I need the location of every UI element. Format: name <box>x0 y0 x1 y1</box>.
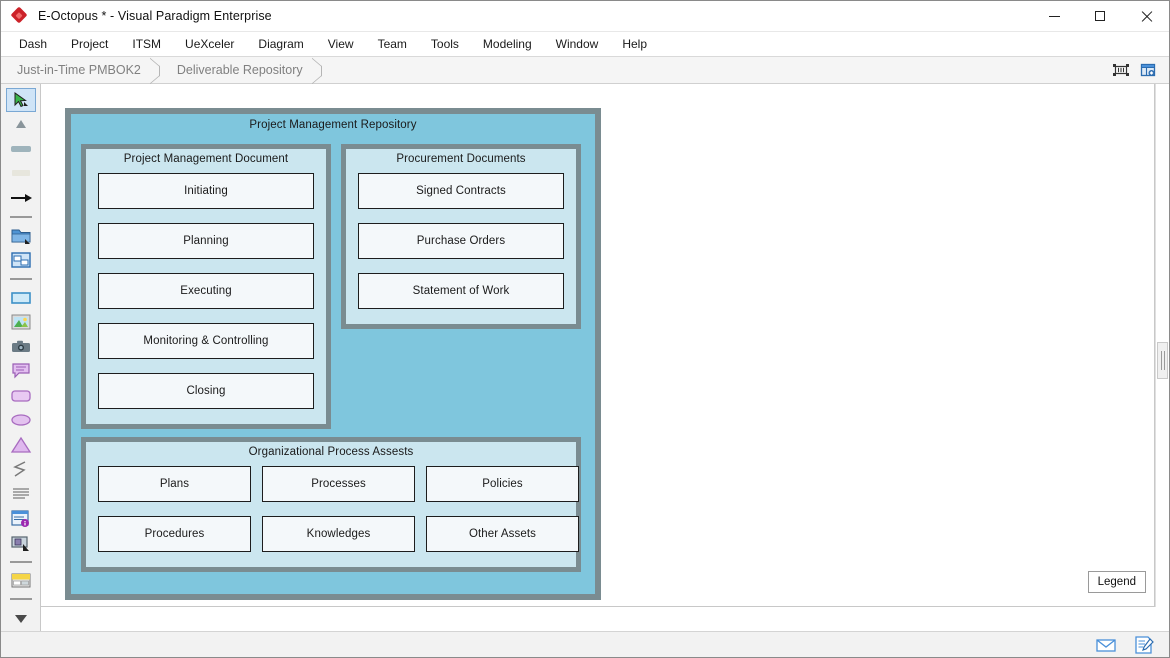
diagram-node-policies[interactable]: Policies <box>426 466 579 502</box>
menu-item-tools[interactable]: Tools <box>419 34 471 54</box>
menu-item-view[interactable]: View <box>316 34 366 54</box>
menu-item-modeling[interactable]: Modeling <box>471 34 544 54</box>
group-title: Project Management Document <box>123 153 289 165</box>
legend-button[interactable]: Legend <box>1087 571 1146 593</box>
rectangle-shape-icon[interactable] <box>6 286 36 310</box>
mail-envelope-icon[interactable] <box>1095 635 1117 655</box>
maximize-button[interactable] <box>1077 1 1123 32</box>
pale-bar-icon[interactable] <box>6 162 36 186</box>
group-title: Procurement Documents <box>396 153 526 165</box>
diagram-node-processes[interactable]: Processes <box>262 466 415 502</box>
diagram-canvas-area: Project Management Repository Project Ma… <box>41 84 1169 631</box>
title-bar: E-Octopus * - Visual Paradigm Enterprise <box>1 1 1169 32</box>
text-lines-icon[interactable] <box>6 482 36 506</box>
diagram-node-executing[interactable]: Executing <box>98 273 314 309</box>
rounded-bar-icon[interactable] <box>6 137 36 161</box>
diagram-node-initiating[interactable]: Initiating <box>98 173 314 209</box>
menu-item-itsm[interactable]: ITSM <box>120 34 173 54</box>
breadcrumb: Just-in-Time PMBOK2 Deliverable Reposito… <box>1 57 1169 84</box>
image-picture-icon[interactable] <box>6 310 36 334</box>
palette-separator <box>9 598 32 601</box>
palette-separator <box>9 215 32 218</box>
diagram-node-other-assets[interactable]: Other Assets <box>426 516 579 552</box>
diagram-node-knowledges[interactable]: Knowledges <box>262 516 415 552</box>
menu-item-uexceler[interactable]: UeXceler <box>173 34 246 54</box>
diagram-window-icon[interactable] <box>6 248 36 272</box>
application-window: E-Octopus * - Visual Paradigm Enterprise… <box>0 0 1170 658</box>
arrow-connector-icon[interactable] <box>6 186 36 210</box>
breadcrumb-item-diagram[interactable]: Deliverable Repository <box>163 57 303 84</box>
more-tools-dropdown-icon[interactable] <box>6 606 36 630</box>
red-diamond-logo-icon <box>10 6 29 25</box>
minimize-button[interactable] <box>1031 1 1077 32</box>
menu-item-dash[interactable]: Dash <box>7 34 59 54</box>
diagram-group-procurement-documents[interactable]: Procurement Documents Signed Contracts P… <box>341 144 581 329</box>
diagram-canvas[interactable]: Project Management Repository Project Ma… <box>41 84 1155 607</box>
breadcrumb-tools <box>1110 60 1169 80</box>
menu-item-project[interactable]: Project <box>59 34 120 54</box>
document-info-icon[interactable] <box>6 507 36 531</box>
vertical-scrollbar[interactable] <box>1155 84 1169 607</box>
menu-item-diagram[interactable]: Diagram <box>246 34 315 54</box>
fit-to-screen-icon[interactable] <box>1110 60 1132 80</box>
note-edit-icon[interactable] <box>1133 635 1155 655</box>
diagram-node-closing[interactable]: Closing <box>98 373 314 409</box>
diagram-group-organizational-process-assests[interactable]: Organizational Process Assests Plans Pro… <box>81 437 581 572</box>
group-title: Organizational Process Assests <box>248 446 414 458</box>
menu-item-help[interactable]: Help <box>610 34 659 54</box>
diagram-node-planning[interactable]: Planning <box>98 223 314 259</box>
menu-item-team[interactable]: Team <box>366 34 419 54</box>
diagram-node-purchase-orders[interactable]: Purchase Orders <box>358 223 564 259</box>
vertical-scrollbar-thumb[interactable] <box>1157 342 1168 379</box>
diagram-group-project-management-document[interactable]: Project Management Document Initiating P… <box>81 144 331 429</box>
folder-icon[interactable] <box>6 224 36 248</box>
diagram-node-monitoring-and-controlling[interactable]: Monitoring & Controlling <box>98 323 314 359</box>
diagram-properties-icon[interactable] <box>1137 60 1159 80</box>
repository-title: Project Management Repository <box>249 119 417 131</box>
breadcrumb-item-project[interactable]: Just-in-Time PMBOK2 <box>1 57 141 84</box>
palette-separator <box>9 560 32 563</box>
workspace: Project Management Repository Project Ma… <box>1 84 1169 631</box>
tool-palette <box>1 84 41 631</box>
ellipse-icon[interactable] <box>6 409 36 433</box>
pointer-select-icon[interactable] <box>5 88 36 112</box>
rounded-rectangle-icon[interactable] <box>6 384 36 408</box>
triangle-shape-icon[interactable] <box>6 433 36 457</box>
diagram-node-signed-contracts[interactable]: Signed Contracts <box>358 173 564 209</box>
menu-bar: Dash Project ITSM UeXceler Diagram View … <box>1 32 1169 57</box>
chevron-right-icon <box>149 57 163 84</box>
table-grid-icon[interactable] <box>6 569 36 593</box>
menu-item-window[interactable]: Window <box>544 34 611 54</box>
triangle-generalization-icon[interactable] <box>6 113 36 137</box>
window-title: E-Octopus * - Visual Paradigm Enterprise <box>38 9 272 23</box>
comment-balloon-icon[interactable] <box>6 360 36 384</box>
palette-separator <box>9 277 32 280</box>
diagram-node-project-management-repository[interactable]: Project Management Repository Project Ma… <box>65 108 601 600</box>
chevron-right-icon <box>311 57 325 84</box>
zigzag-line-icon[interactable] <box>6 458 36 482</box>
stamp-icon[interactable] <box>6 531 36 555</box>
close-button[interactable] <box>1123 1 1169 32</box>
diagram-node-statement-of-work[interactable]: Statement of Work <box>358 273 564 309</box>
diagram-node-plans[interactable]: Plans <box>98 466 251 502</box>
window-controls <box>1031 1 1169 32</box>
diagram-node-procedures[interactable]: Procedures <box>98 516 251 552</box>
status-bar <box>1 631 1169 657</box>
camera-snapshot-icon[interactable] <box>6 335 36 359</box>
